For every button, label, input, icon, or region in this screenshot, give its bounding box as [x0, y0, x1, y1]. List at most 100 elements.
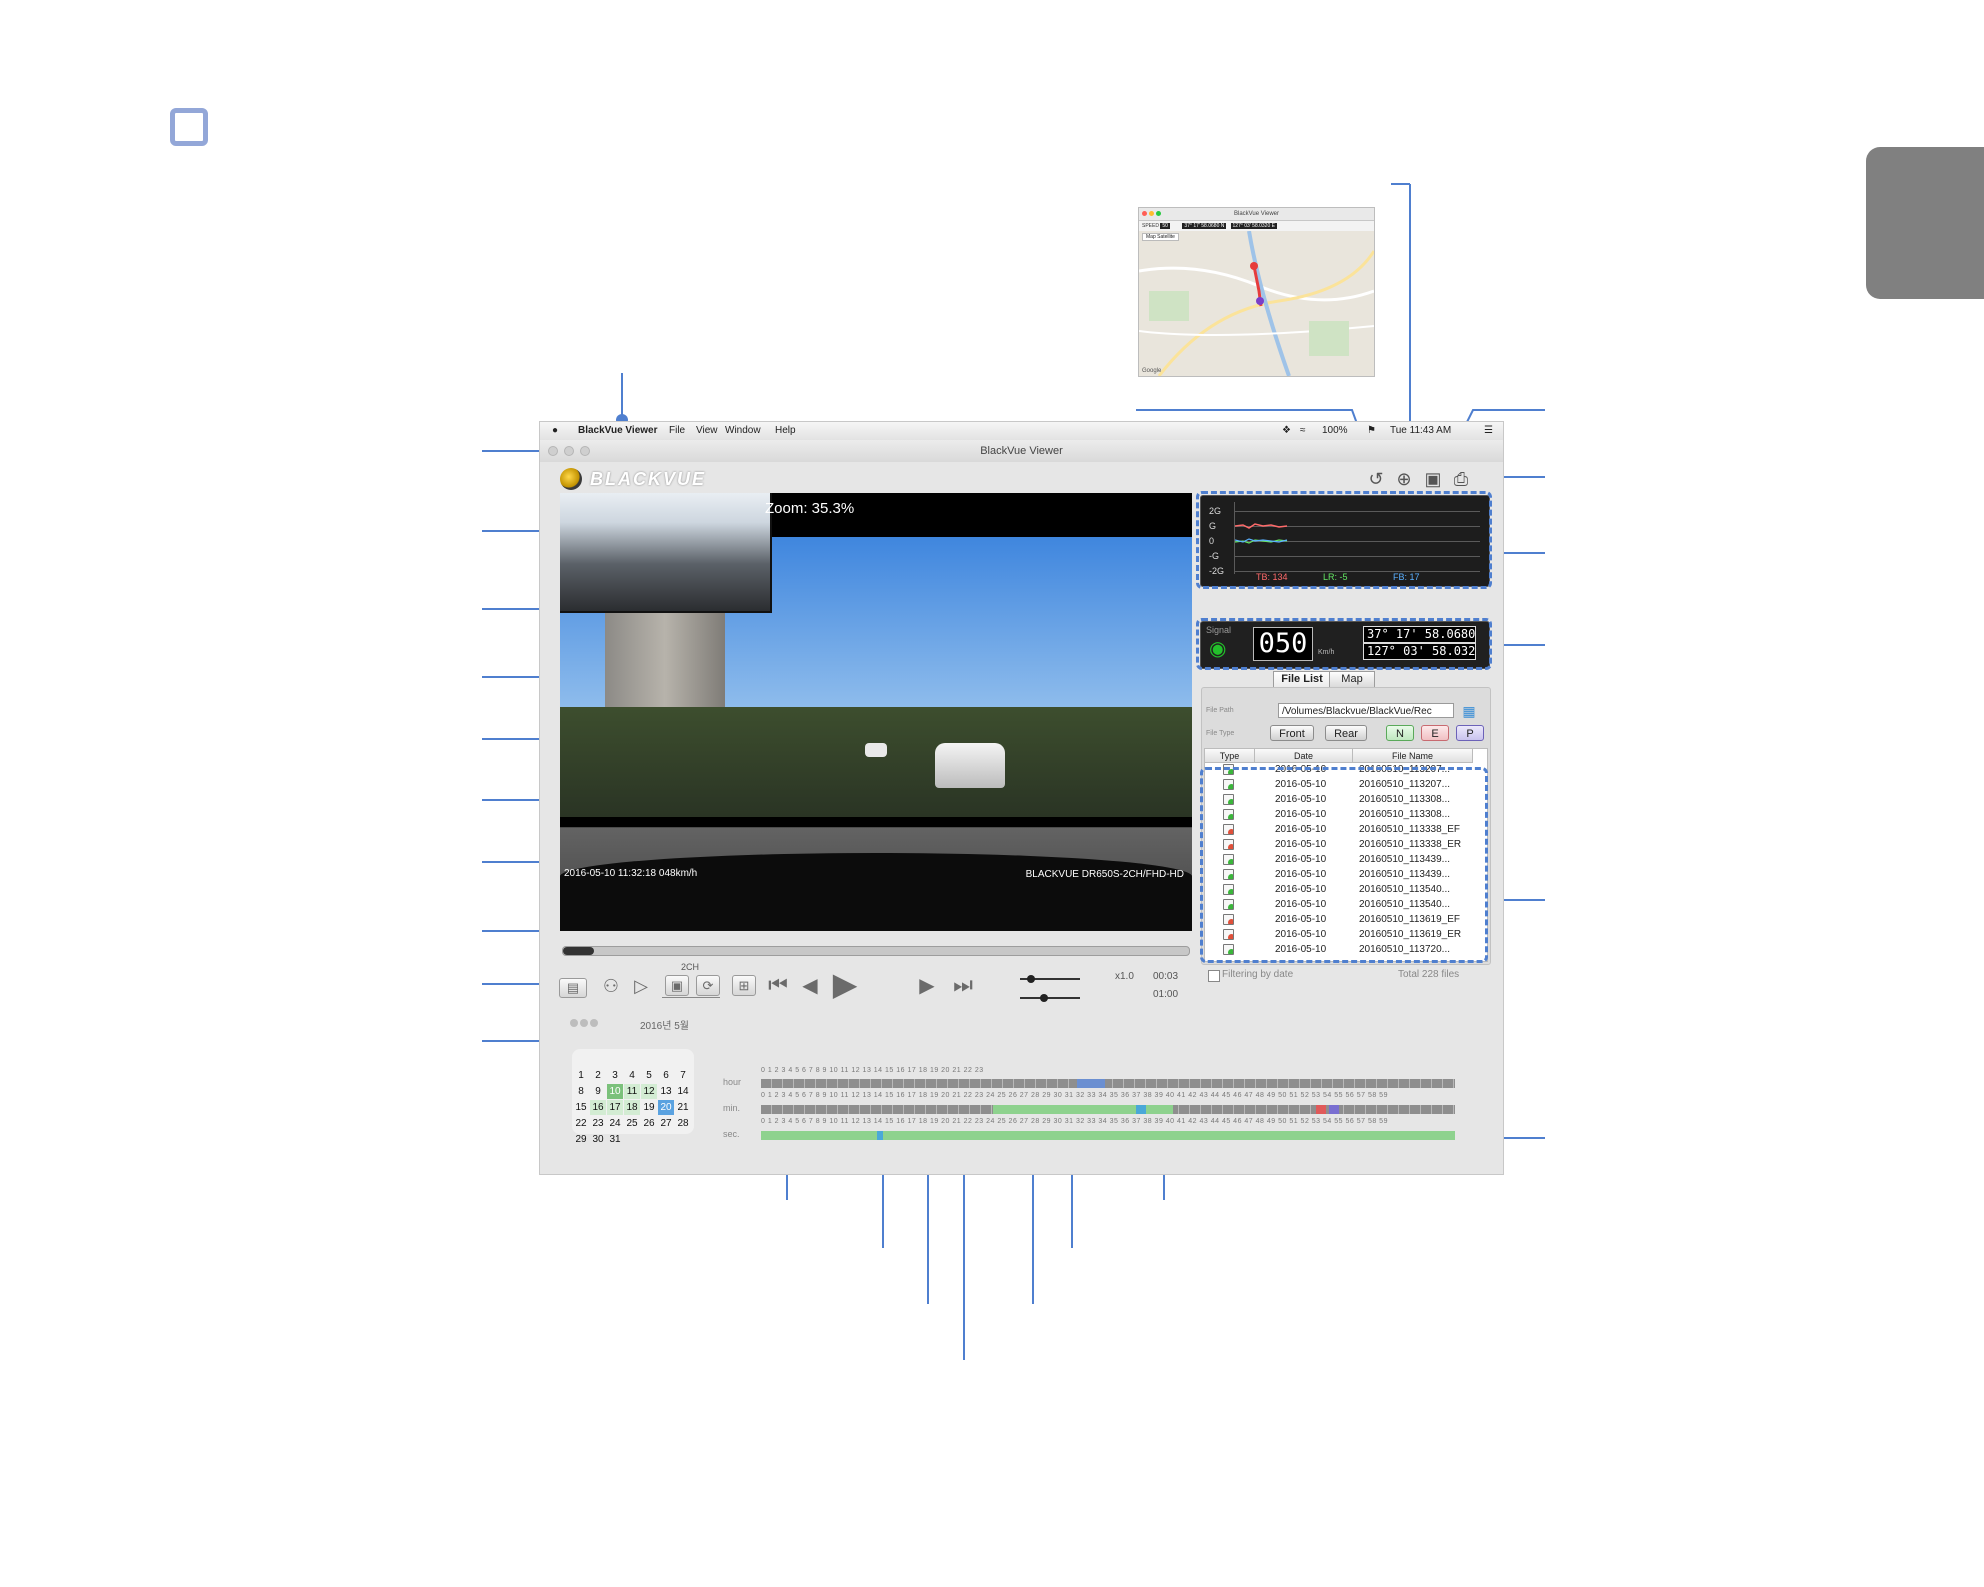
zoom-in-icon[interactable]: ⚇: [600, 974, 622, 998]
calendar-day[interactable]: 23: [590, 1116, 606, 1131]
map-longitude: 127° 03' 58.0320 E: [1230, 223, 1277, 229]
menu-view[interactable]: View: [696, 422, 718, 440]
loop-icon[interactable]: ↺: [1363, 468, 1389, 490]
swap-channel-icon[interactable]: ▷: [630, 974, 652, 998]
map-latitude: 37° 17' 58.0680 N: [1182, 223, 1227, 229]
menu-app[interactable]: BlackVue Viewer: [578, 422, 658, 440]
calendar-day[interactable]: 7: [675, 1068, 691, 1083]
calendar-day[interactable]: 18: [624, 1100, 640, 1115]
calendar-day[interactable]: 31: [607, 1132, 623, 1147]
calendar-prev-button[interactable]: [570, 1019, 578, 1027]
split-view-button[interactable]: ▣: [665, 975, 689, 996]
dropbox-icon[interactable]: ❖: [1282, 422, 1291, 440]
filter-front-button[interactable]: Front: [1270, 725, 1314, 741]
column-type[interactable]: Type: [1205, 749, 1255, 763]
camera-icon[interactable]: ▣: [1420, 468, 1446, 490]
menu-help[interactable]: Help: [775, 422, 796, 440]
calendar-day[interactable]: 3: [607, 1068, 623, 1083]
current-time: 00:03: [1153, 971, 1179, 982]
apple-menu-icon[interactable]: ●: [552, 422, 558, 440]
hour-selection-marker: [1077, 1079, 1105, 1088]
timeline-second-bar[interactable]: [761, 1131, 1455, 1140]
calendar-day[interactable]: 20: [658, 1100, 674, 1115]
filter-normal-button[interactable]: N: [1386, 725, 1414, 741]
filter-event-button[interactable]: E: [1421, 725, 1449, 741]
filter-by-date-checkbox[interactable]: [1208, 970, 1220, 982]
calendar-day[interactable]: 15: [573, 1100, 589, 1115]
calendar-day[interactable]: 11: [624, 1084, 640, 1099]
calendar-day[interactable]: 24: [607, 1116, 623, 1131]
flag-icon[interactable]: ⚑: [1367, 422, 1376, 440]
calendar-day[interactable]: 16: [590, 1100, 606, 1115]
calendar-day[interactable]: 1: [573, 1068, 589, 1083]
play-icon[interactable]: ▶: [825, 964, 865, 1004]
calendar-day[interactable]: 4: [624, 1068, 640, 1083]
print-icon[interactable]: ⎙: [1448, 468, 1474, 490]
step-back-icon[interactable]: ◀︎: [798, 971, 822, 999]
calendar-day[interactable]: 30: [590, 1132, 606, 1147]
calendar-day[interactable]: 19: [641, 1100, 657, 1115]
open-file-button[interactable]: ▤: [559, 978, 587, 998]
calendar-next-button[interactable]: [590, 1019, 598, 1027]
calendar-today-button[interactable]: [580, 1019, 588, 1027]
battery-status[interactable]: 100%: [1322, 422, 1348, 440]
calendar-day: [573, 1052, 589, 1067]
video-player[interactable]: Zoom: 35.3% 2016-05-10 11:32:18 048km/h …: [560, 493, 1192, 931]
list-menu-icon[interactable]: ☰: [1484, 422, 1493, 440]
menu-file[interactable]: File: [669, 422, 685, 440]
filter-parking-button[interactable]: P: [1456, 725, 1484, 741]
map-canvas[interactable]: [1139, 231, 1374, 376]
next-file-icon[interactable]: ⏭: [945, 971, 981, 999]
video-timestamp-overlay: 2016-05-10 11:32:18 048km/h: [564, 868, 698, 879]
zoom-window-button[interactable]: [580, 446, 590, 456]
calendar-day: [590, 1052, 606, 1067]
menu-window[interactable]: Window: [725, 422, 761, 440]
tab-map[interactable]: Map: [1329, 671, 1375, 688]
map-type-tabs[interactable]: Map Satellite: [1142, 233, 1179, 241]
tab-file-list[interactable]: File List: [1273, 671, 1331, 688]
previous-file-icon[interactable]: ⏮: [762, 971, 794, 999]
minute-recorded-range: [993, 1105, 1173, 1114]
minimize-window-button[interactable]: [564, 446, 574, 456]
calendar-day[interactable]: 28: [675, 1116, 691, 1131]
calendar-day[interactable]: 8: [573, 1084, 589, 1099]
calendar-day[interactable]: 9: [590, 1084, 606, 1099]
volume-slider-knob[interactable]: [1040, 994, 1048, 1002]
calendar-day[interactable]: 13: [658, 1084, 674, 1099]
volume-slider[interactable]: [1020, 997, 1080, 999]
calendar-day[interactable]: 17: [607, 1100, 623, 1115]
clock[interactable]: Tue 11:43 AM: [1390, 422, 1451, 440]
file-list-highlight: [1200, 767, 1488, 963]
rear-camera-pip[interactable]: [560, 493, 772, 613]
file-path-field[interactable]: /Volumes/Blackvue/BlackVue/Rec: [1278, 703, 1454, 718]
wifi-status-icon[interactable]: ≈: [1300, 422, 1306, 440]
calendar-day[interactable]: 25: [624, 1116, 640, 1131]
calendar-day[interactable]: 22: [573, 1116, 589, 1131]
calendar-day[interactable]: 12: [641, 1084, 657, 1099]
gps-target-icon[interactable]: ⊕: [1391, 468, 1417, 490]
timeline-minute-bar[interactable]: [761, 1105, 1455, 1114]
calendar-day[interactable]: 14: [675, 1084, 691, 1099]
calendar-day[interactable]: 29: [573, 1132, 589, 1147]
timeline-hour-bar[interactable]: [761, 1079, 1455, 1088]
calendar-day: [658, 1132, 674, 1147]
filter-rear-button[interactable]: Rear: [1325, 725, 1367, 741]
speed-slider-knob[interactable]: [1027, 975, 1035, 983]
step-forward-icon[interactable]: ▶︎: [915, 971, 939, 999]
calendar-day[interactable]: 10: [607, 1084, 623, 1099]
calendar-day[interactable]: 27: [658, 1116, 674, 1131]
rotate-button[interactable]: ⟳: [696, 975, 720, 996]
calendar-day[interactable]: 26: [641, 1116, 657, 1131]
calendar-day[interactable]: 6: [658, 1068, 674, 1083]
folder-icon[interactable]: ▦: [1459, 703, 1479, 719]
calendar-day: [624, 1052, 640, 1067]
calendar-day[interactable]: 5: [641, 1068, 657, 1083]
column-file-name[interactable]: File Name: [1353, 749, 1473, 763]
column-date[interactable]: Date: [1255, 749, 1353, 763]
calendar-day[interactable]: 2: [590, 1068, 606, 1083]
seek-bar[interactable]: [562, 946, 1190, 956]
multi-view-button[interactable]: ⊞: [732, 975, 756, 996]
calendar-day[interactable]: 21: [675, 1100, 691, 1115]
close-window-button[interactable]: [548, 446, 558, 456]
logo-bar: BLACKVUE: [540, 462, 1503, 494]
